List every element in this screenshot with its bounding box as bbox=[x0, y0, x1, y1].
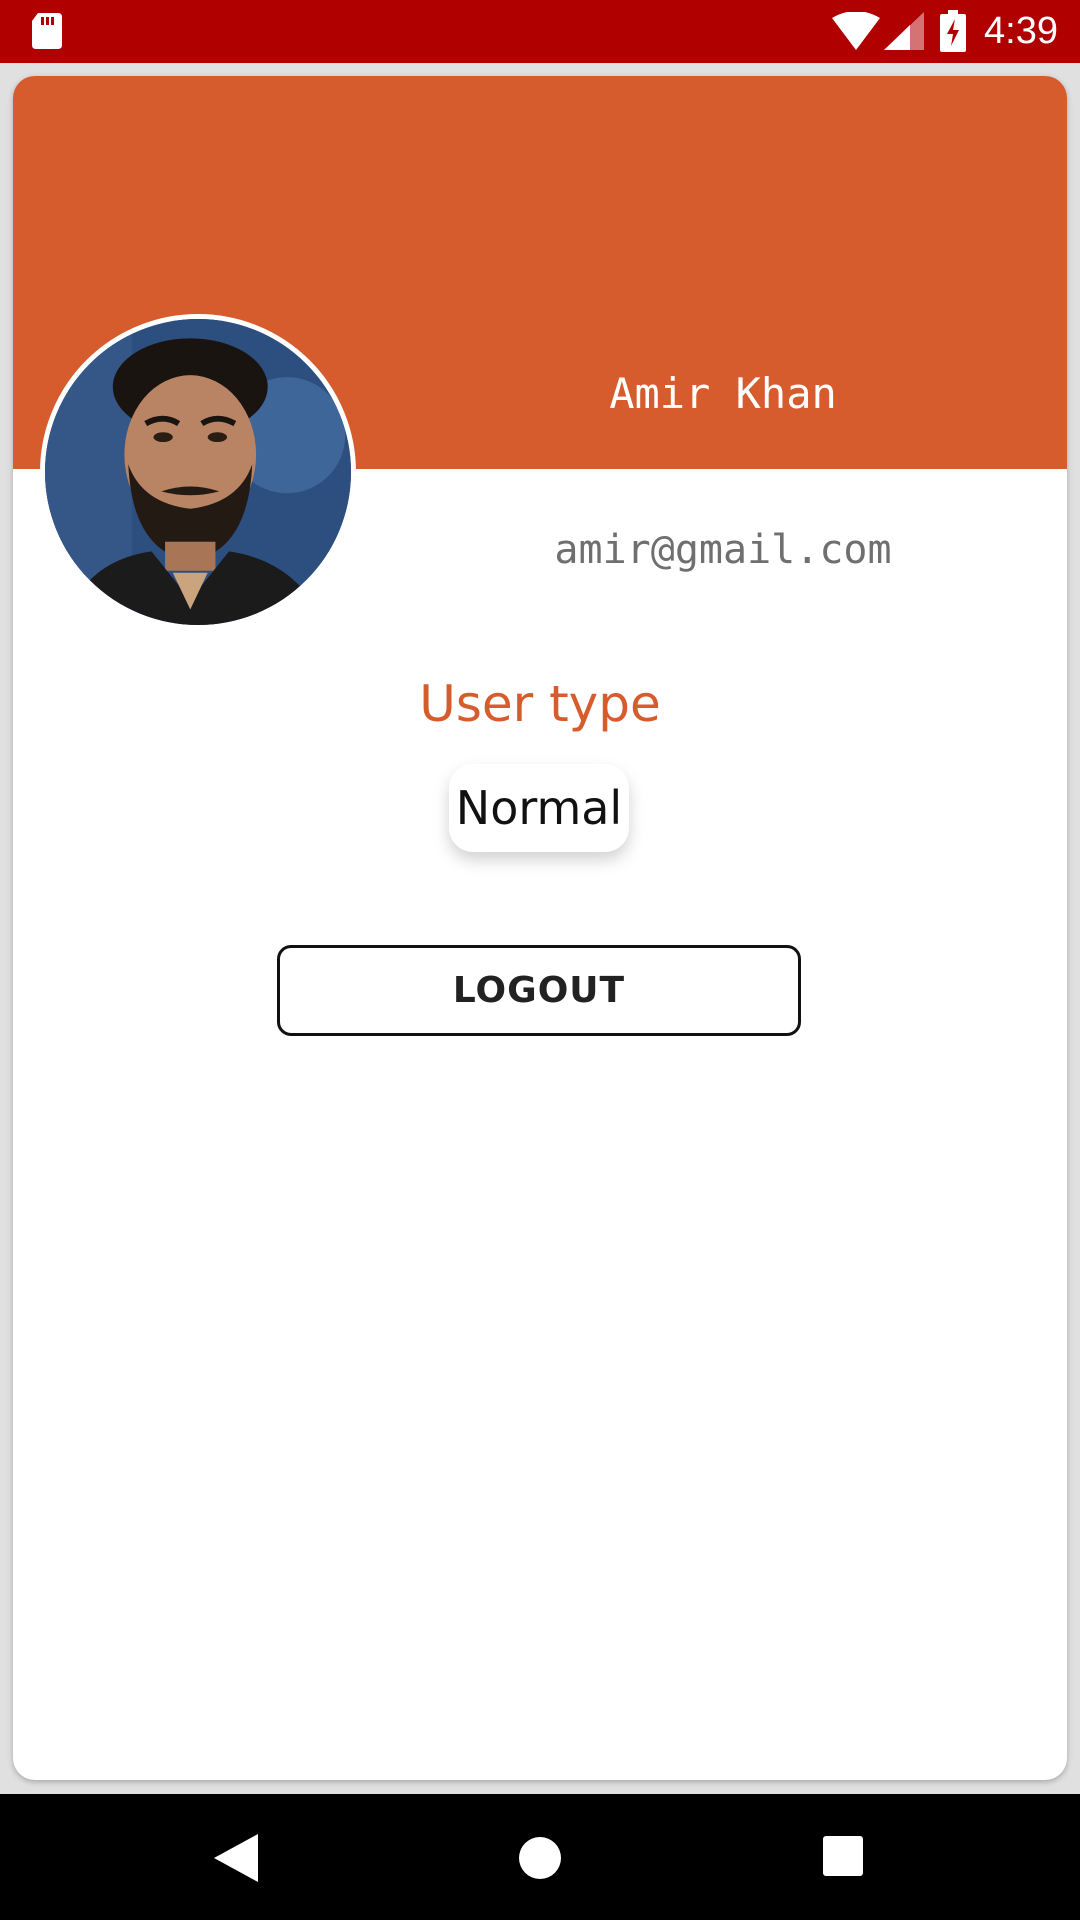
recents-icon[interactable] bbox=[823, 1836, 863, 1876]
wifi-icon bbox=[832, 12, 880, 50]
profile-card: Amir Khan amir@gmail.com User type Norma… bbox=[13, 76, 1067, 1780]
logout-button[interactable]: LOGOUT bbox=[277, 945, 801, 1036]
profile-avatar[interactable] bbox=[40, 314, 356, 630]
user-type-badge: Normal bbox=[449, 764, 629, 852]
back-icon[interactable] bbox=[214, 1834, 258, 1882]
user-type-label: User type bbox=[419, 675, 661, 733]
status-clock: 4:39 bbox=[984, 10, 1058, 52]
signal-icon bbox=[884, 12, 924, 50]
profile-photo-icon bbox=[45, 319, 351, 625]
status-bar: 4:39 bbox=[0, 0, 1080, 63]
user-email: amir@gmail.com bbox=[554, 527, 892, 573]
home-icon[interactable] bbox=[518, 1836, 562, 1880]
sd-card-icon bbox=[32, 13, 62, 49]
user-name: Amir Khan bbox=[609, 369, 837, 418]
battery-charging-icon bbox=[940, 10, 966, 52]
